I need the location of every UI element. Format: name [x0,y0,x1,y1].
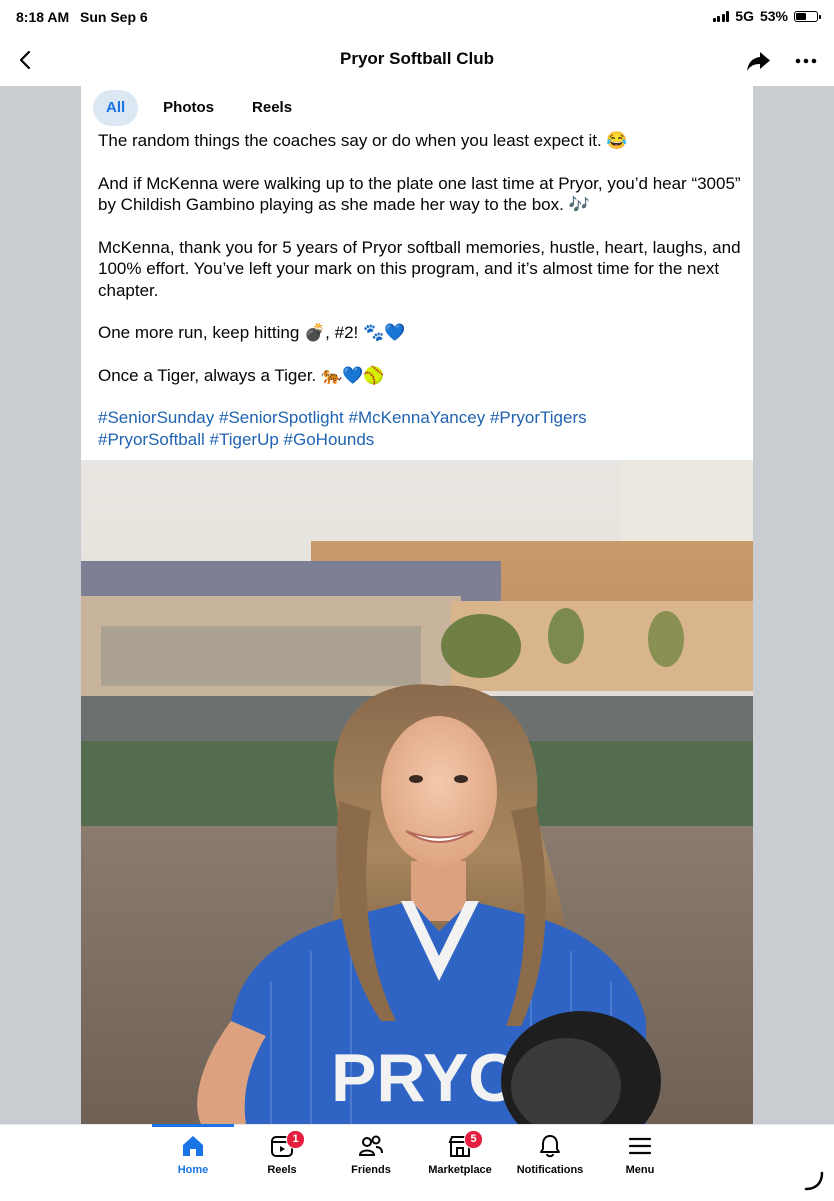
right-gutter [753,86,834,1124]
post-paragraph: One more run, keep hitting 💣, #2! 🐾💙 [98,323,406,342]
more-options-icon[interactable] [792,47,820,75]
hashtag-link[interactable]: #McKennaYancey [349,408,486,427]
hashtag-link[interactable]: #GoHounds [284,430,375,449]
post-text: The random things the coaches say or do … [98,130,743,450]
nav-friends[interactable]: Friends [326,1131,416,1176]
resize-handle-icon [804,1171,824,1191]
nav-notifications[interactable]: Notifications [505,1131,595,1176]
battery-icon [794,10,821,22]
nav-label: Menu [625,1164,655,1176]
post-paragraph: And if McKenna were walking up to the pl… [98,173,741,215]
hashtag-link[interactable]: #PryorTigers [490,408,587,427]
page-header: Pryor Softball Club [0,36,834,86]
active-tab-indicator [152,1124,234,1127]
tab-photos[interactable]: Photos [150,90,227,126]
nav-marketplace[interactable]: 5 Marketplace [415,1130,505,1176]
filter-tabs: All Photos Reels [93,90,305,126]
softball-player-photo: PRYO [81,461,753,1124]
tab-all[interactable]: All [93,90,139,126]
hashtag-link[interactable]: #PryorSoftball [98,430,205,449]
network-label: 5G [735,8,754,24]
jersey-text: PRYO [331,1040,521,1116]
nav-label: Notifications [516,1164,584,1176]
nav-label: Friends [351,1164,391,1176]
hashtag-link[interactable]: #SeniorSpotlight [219,408,344,427]
nav-reels[interactable]: 1 Reels [237,1130,327,1176]
nav-home[interactable]: Home [148,1131,238,1176]
page-title: Pryor Softball Club [340,49,494,68]
nav-label: Marketplace [428,1164,492,1176]
bottom-navigation: Home 1 Reels Friends 5 Marketplace Notif… [0,1124,834,1201]
post-panel: All Photos Reels The random things the c… [81,86,753,1124]
tab-reels[interactable]: Reels [239,90,305,126]
nav-label: Home [177,1164,209,1176]
marketplace-badge: 5 [464,1130,483,1149]
nav-menu[interactable]: Menu [595,1131,685,1176]
status-bar: 8:18 AM Sun Sep 6 5G 53% [0,0,834,36]
nav-label: Reels [267,1164,297,1176]
friends-icon [358,1135,383,1156]
share-icon[interactable] [744,47,772,75]
menu-icon [628,1137,652,1155]
post-photo[interactable]: PRYO [81,461,753,1124]
hashtag-link[interactable]: #SeniorSunday [98,408,214,427]
hashtag-link[interactable]: #TigerUp [210,430,279,449]
home-icon [183,1136,203,1156]
signal-icon [712,10,730,22]
post-paragraph: McKenna, thank you for 5 years of Pryor … [98,237,741,300]
bell-icon [540,1135,560,1158]
status-date: Sun Sep 6 [80,9,148,25]
post-paragraph: The random things the coaches say or do … [98,131,628,150]
left-gutter [0,86,81,1124]
post-paragraph: Once a Tiger, always a Tiger. 🐅💙🥎 [98,365,385,385]
battery-percent: 53% [759,8,788,24]
reels-badge: 1 [286,1130,305,1149]
status-indicators: 5G 53% [712,8,821,24]
status-time: 8:18 AM [16,9,70,25]
hashtag-list: #SeniorSunday #SeniorSpotlight #McKennaY… [98,407,743,450]
